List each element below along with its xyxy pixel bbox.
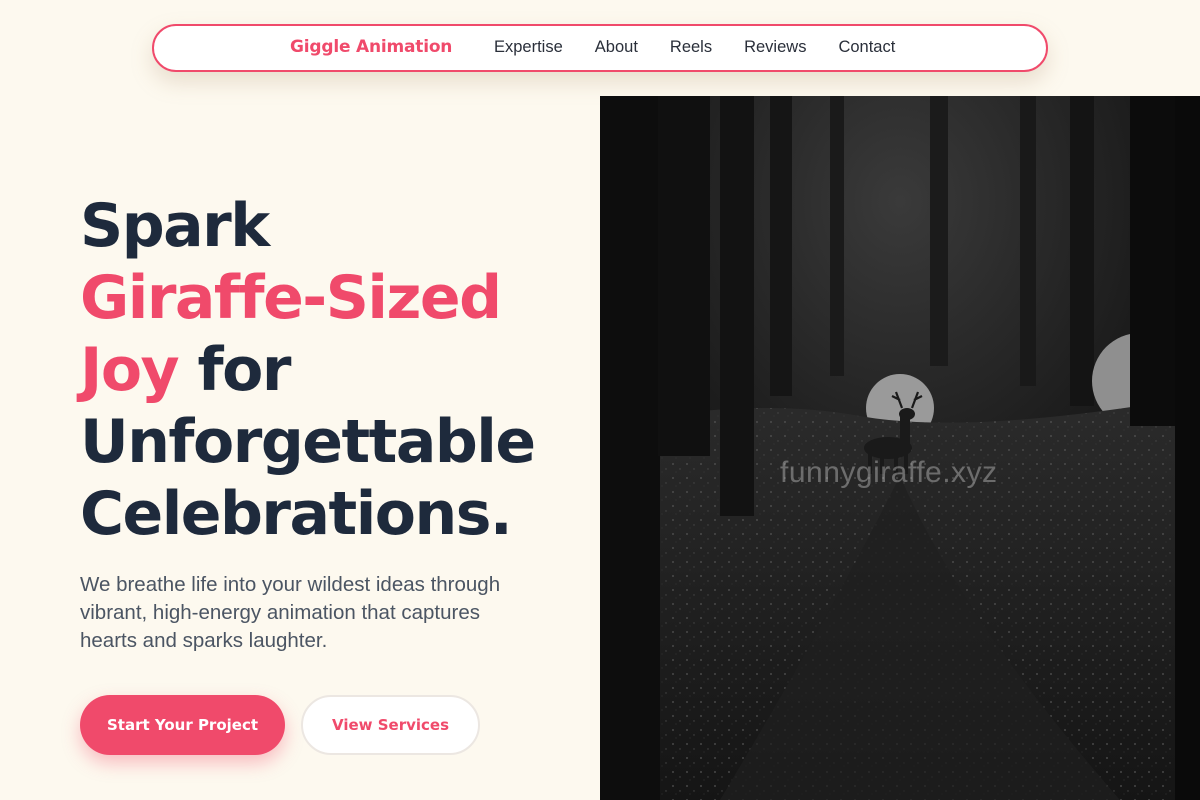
nav-link-contact[interactable]: Contact <box>838 38 895 57</box>
nav-link-about[interactable]: About <box>595 38 638 57</box>
headline-for: for <box>178 335 292 405</box>
nav-links: Expertise About Reels Reviews Contact <box>494 38 927 57</box>
headline-line-3: Joy for <box>80 334 535 406</box>
headline-line-4: Unforgettable <box>80 407 536 477</box>
start-project-button[interactable]: Start Your Project <box>80 695 285 755</box>
hero-forest-image <box>600 96 1200 800</box>
nav-link-reels[interactable]: Reels <box>670 38 712 57</box>
nav-link-reviews[interactable]: Reviews <box>744 38 806 57</box>
hero-headline: Spark Giraffe-Sized Joy for Unforgettabl… <box>80 190 536 550</box>
headline-line-5: Celebrations. <box>80 479 513 549</box>
headline-line-1: Spark <box>80 191 270 261</box>
hero-lead-text: We breathe life into your wildest ideas … <box>80 573 501 652</box>
brand-logo[interactable]: Giggle Animation <box>290 37 452 57</box>
nav-link-expertise[interactable]: Expertise <box>494 38 563 57</box>
forest-illustration <box>600 96 1200 800</box>
view-services-button[interactable]: View Services <box>301 695 480 755</box>
headline-line-2: Giraffe-Sized <box>80 263 502 333</box>
headline-accent-joy: Joy <box>80 335 180 405</box>
top-navigation: Giggle Animation Expertise About Reels R… <box>152 24 1048 72</box>
